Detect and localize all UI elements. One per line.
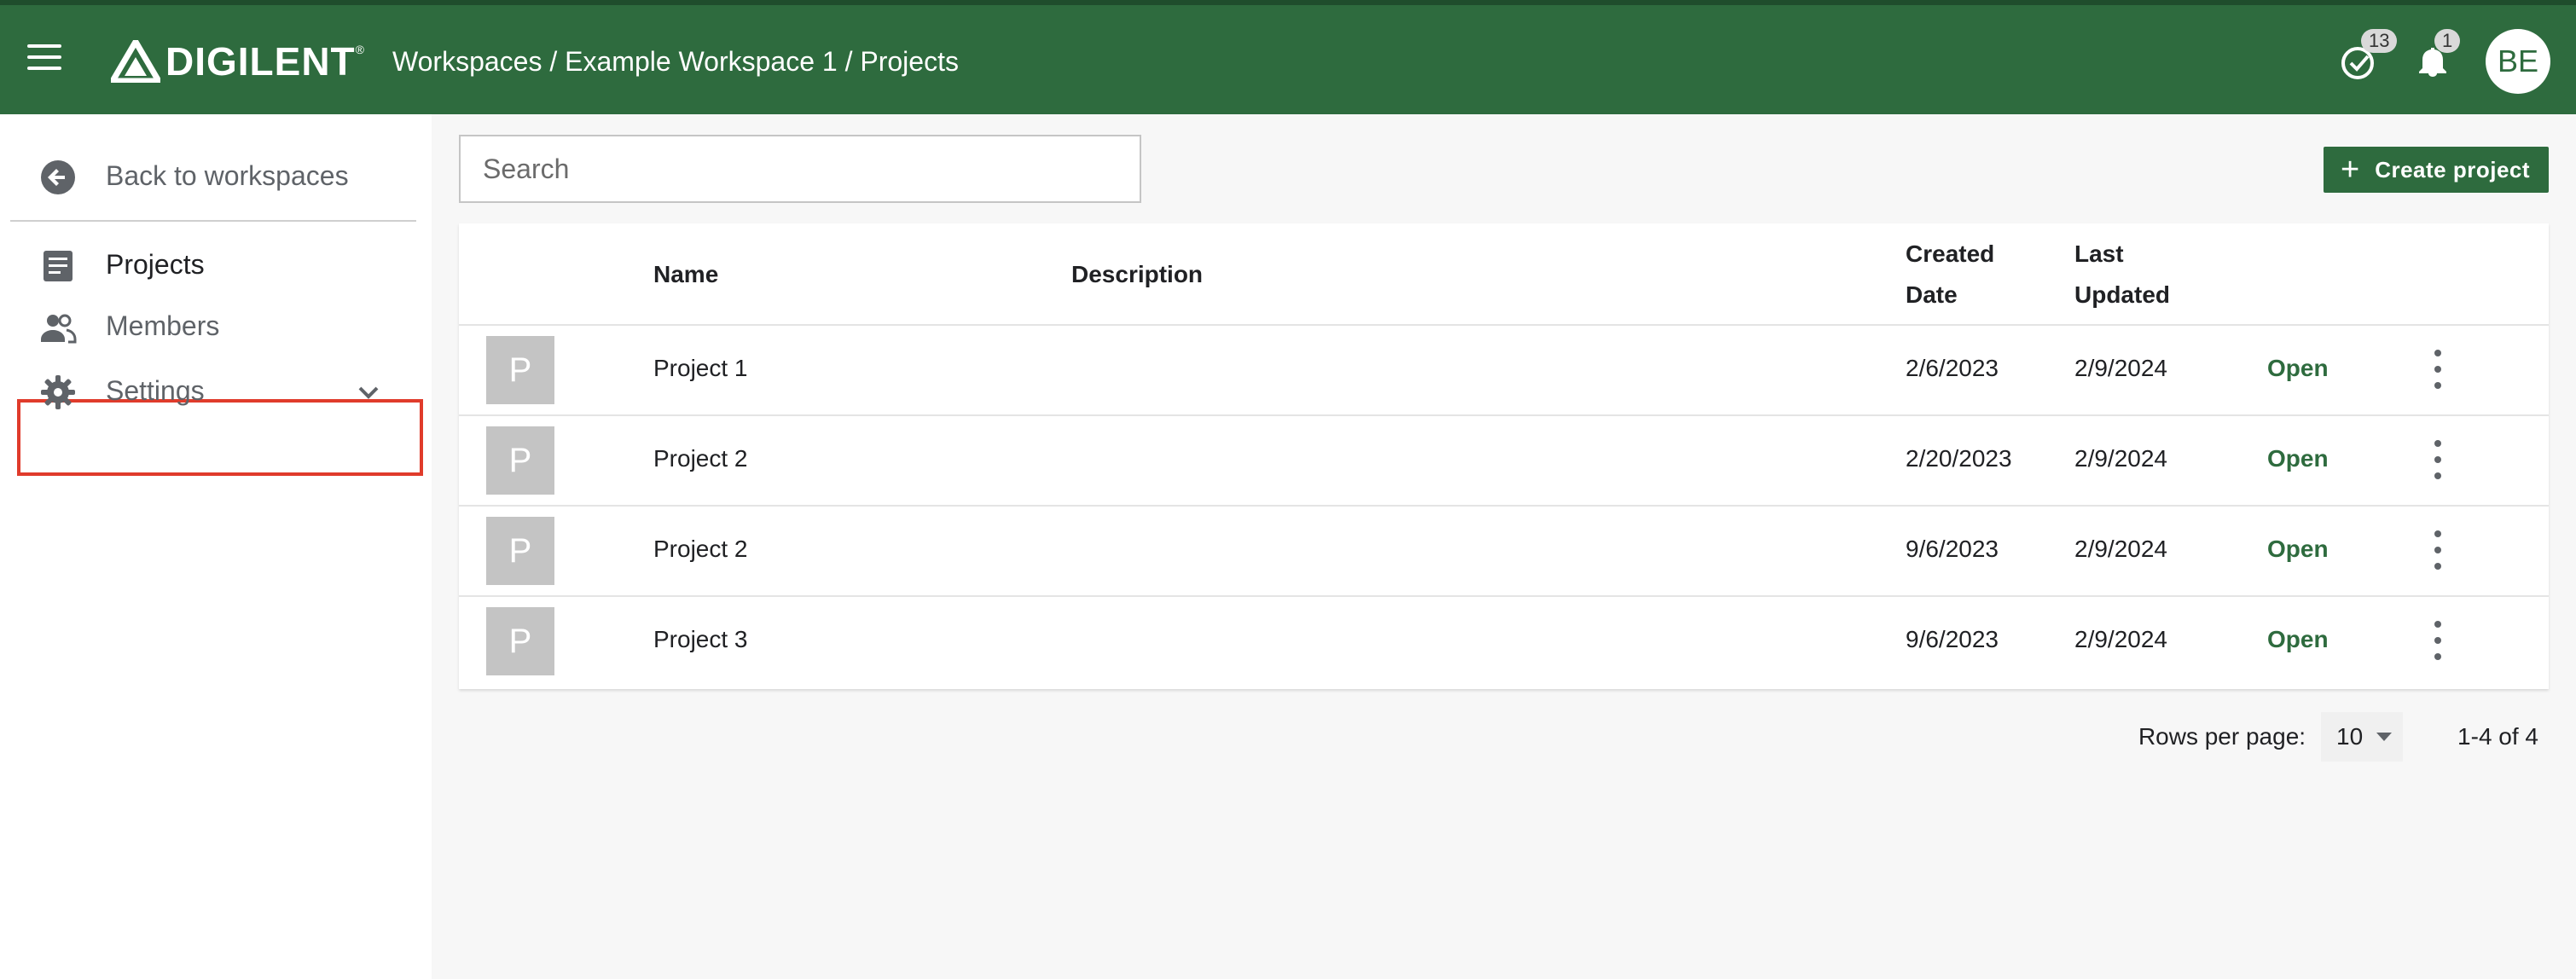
- breadcrumb-workspace[interactable]: Example Workspace 1: [565, 46, 838, 77]
- notifications-count-badge: 1: [2434, 29, 2461, 53]
- project-name[interactable]: Project 2: [653, 536, 748, 563]
- column-header-name[interactable]: Name: [653, 254, 718, 295]
- breadcrumb-separator: /: [837, 46, 861, 77]
- project-thumbnail: P: [486, 336, 554, 404]
- created-date: 9/6/2023: [1906, 536, 1999, 562]
- sidebar-item-label: Settings: [106, 374, 205, 406]
- table-row[interactable]: P Project 1 2/6/2023 2/9/2024 Open: [459, 324, 2549, 416]
- pagination-range: 1-4 of 4: [2457, 723, 2538, 750]
- column-header-updated[interactable]: Last Updated: [2074, 234, 2170, 316]
- more-options-icon[interactable]: [2421, 621, 2455, 660]
- back-to-workspaces-link[interactable]: Back to workspaces: [10, 145, 425, 206]
- created-date: 9/6/2023: [1906, 626, 1999, 652]
- create-project-label: Create project: [2375, 156, 2531, 182]
- menu-icon[interactable]: [27, 44, 61, 73]
- document-icon: [44, 251, 73, 281]
- arrow-back-circle-icon: [41, 160, 75, 194]
- sidebar-item-label: Members: [106, 310, 220, 341]
- breadcrumb-workspaces[interactable]: Workspaces: [392, 46, 542, 77]
- sidebar-item-label: Projects: [106, 248, 205, 280]
- rows-per-page-label: Rows per page:: [2138, 723, 2306, 750]
- notifications-button[interactable]: 1: [2412, 29, 2461, 82]
- chevron-down-icon[interactable]: [353, 377, 384, 408]
- sidebar-item-members[interactable]: Members: [10, 295, 425, 356]
- gear-icon: [41, 375, 75, 409]
- more-options-icon[interactable]: [2421, 440, 2455, 479]
- logo-triangle-icon: [111, 40, 160, 83]
- sidebar: Back to workspaces Projects Members Sett…: [0, 114, 432, 979]
- digilent-logo[interactable]: DIGILENT ®: [111, 38, 364, 85]
- back-to-workspaces-label: Back to workspaces: [106, 159, 349, 191]
- column-header-description[interactable]: Description: [1071, 254, 1203, 295]
- last-updated-date: 2/9/2024: [2074, 536, 2167, 562]
- breadcrumb-current: Projects: [860, 46, 959, 77]
- more-options-icon[interactable]: [2421, 350, 2455, 389]
- people-icon: [41, 314, 77, 344]
- open-project-button[interactable]: Open: [2267, 536, 2329, 563]
- created-date: 2/6/2023: [1906, 355, 1999, 381]
- project-thumbnail: P: [486, 517, 554, 585]
- open-project-button[interactable]: Open: [2267, 355, 2329, 382]
- last-updated-date: 2/9/2024: [2074, 445, 2167, 472]
- breadcrumb: Workspaces / Example Workspace 1 / Proje…: [392, 46, 959, 78]
- tasks-count-badge: 13: [2361, 29, 2398, 53]
- table-row[interactable]: P Project 2 9/6/2023 2/9/2024 Open: [459, 505, 2549, 597]
- project-name[interactable]: Project 3: [653, 626, 748, 653]
- column-header-created[interactable]: Created Date: [1906, 234, 1994, 316]
- sidebar-item-projects[interactable]: Projects: [10, 234, 425, 295]
- create-project-button[interactable]: + Create project: [2324, 147, 2549, 193]
- column-header-updated-line1: Last: [2074, 240, 2124, 267]
- sidebar-divider: [10, 220, 416, 222]
- project-name[interactable]: Project 2: [653, 445, 748, 472]
- more-options-icon[interactable]: [2421, 530, 2455, 570]
- topbar-actions: 13 1 BE: [2339, 27, 2550, 96]
- plus-icon: +: [2341, 152, 2360, 188]
- last-updated-date: 2/9/2024: [2074, 626, 2167, 652]
- sidebar-item-settings[interactable]: Settings: [10, 360, 425, 421]
- main-content: + Create project Name Description Create…: [432, 114, 2576, 979]
- column-header-created-line1: Created: [1906, 240, 1995, 267]
- logo-text: DIGILENT: [165, 39, 356, 84]
- created-date: 2/20/2023: [1906, 445, 2012, 472]
- dropdown-arrow-icon: [2376, 733, 2393, 741]
- tasks-button[interactable]: 13: [2339, 29, 2398, 82]
- pagination: Rows per page: 10 1-4 of 4: [2138, 710, 2538, 764]
- project-thumbnail: P: [486, 426, 554, 495]
- table-row[interactable]: P Project 2 2/20/2023 2/9/2024 Open: [459, 414, 2549, 507]
- column-header-created-line2: Date: [1906, 281, 1958, 308]
- breadcrumb-separator: /: [542, 46, 566, 77]
- last-updated-date: 2/9/2024: [2074, 355, 2167, 381]
- rows-per-page-value: 10: [2336, 723, 2364, 750]
- column-header-updated-line2: Updated: [2074, 281, 2170, 308]
- project-name[interactable]: Project 1: [653, 355, 748, 382]
- table-row[interactable]: P Project 3 9/6/2023 2/9/2024 Open: [459, 595, 2549, 687]
- search-input[interactable]: [459, 135, 1141, 203]
- logo-registered-mark: ®: [355, 43, 364, 56]
- user-avatar[interactable]: BE: [2486, 29, 2550, 94]
- project-thumbnail: P: [486, 607, 554, 675]
- top-app-bar: DIGILENT ® Workspaces / Example Workspac…: [0, 0, 2576, 114]
- open-project-button[interactable]: Open: [2267, 626, 2329, 653]
- rows-per-page-select[interactable]: 10: [2321, 712, 2404, 762]
- open-project-button[interactable]: Open: [2267, 445, 2329, 472]
- projects-table: Name Description Created Date Last Updat…: [459, 223, 2549, 689]
